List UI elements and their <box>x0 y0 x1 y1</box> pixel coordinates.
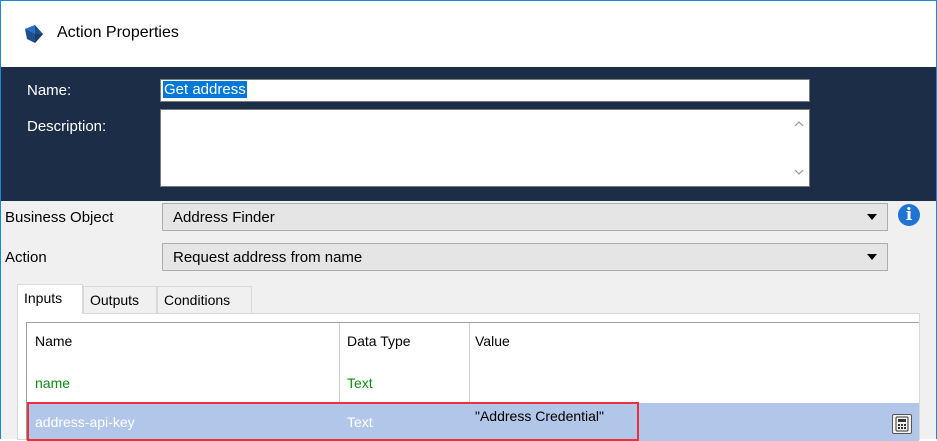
name-field[interactable]: Get address <box>160 79 810 102</box>
info-icon[interactable]: i <box>898 204 920 226</box>
description-label: Description: <box>27 118 107 135</box>
column-header-data-type[interactable]: Data Type <box>347 333 411 349</box>
tab-outputs[interactable]: Outputs <box>83 286 157 313</box>
dropdown-arrow-icon <box>867 214 877 220</box>
action-label: Action <box>5 249 47 266</box>
tab-inputs-label: Inputs <box>24 290 63 306</box>
blue-prism-logo-icon <box>25 25 43 43</box>
chevron-down-icon[interactable] <box>793 166 805 178</box>
name-label: Name: <box>27 82 72 99</box>
column-header-value[interactable]: Value <box>475 333 510 349</box>
business-object-dropdown[interactable]: Address Finder <box>162 203 888 231</box>
highlight-box <box>27 402 639 441</box>
business-object-value: Address Finder <box>173 209 275 226</box>
tab-conditions[interactable]: Conditions <box>157 286 252 313</box>
row-data-type-cell: Text <box>347 375 373 391</box>
title-bar: Action Properties <box>1 1 936 67</box>
tab-conditions-label: Conditions <box>164 292 231 308</box>
action-properties-window: Action Properties Name: Get address Desc… <box>0 0 937 441</box>
action-value: Request address from name <box>173 249 363 266</box>
dropdown-arrow-icon <box>867 254 877 260</box>
window-title: Action Properties <box>57 24 179 41</box>
description-field[interactable] <box>160 109 810 187</box>
tab-outputs-label: Outputs <box>90 292 140 308</box>
business-object-label: Business Object <box>5 209 114 226</box>
tab-inputs[interactable]: Inputs <box>17 284 83 314</box>
inputs-tab-panel: Name Data Type Value name Text address-a… <box>17 313 920 441</box>
inputs-grid: Name Data Type Value name Text address-a… <box>26 322 919 441</box>
expression-editor-icon[interactable] <box>892 414 912 434</box>
description-scrollbar[interactable] <box>789 110 809 186</box>
chevron-up-icon[interactable] <box>793 118 805 130</box>
calculator-glyph <box>895 416 909 432</box>
action-dropdown[interactable]: Request address from name <box>162 243 888 271</box>
column-header-name[interactable]: Name <box>35 333 72 349</box>
row-name-cell: name <box>35 375 71 391</box>
properties-header-panel: Name: Get address Description: <box>1 67 936 201</box>
name-field-value: Get address <box>163 81 247 98</box>
